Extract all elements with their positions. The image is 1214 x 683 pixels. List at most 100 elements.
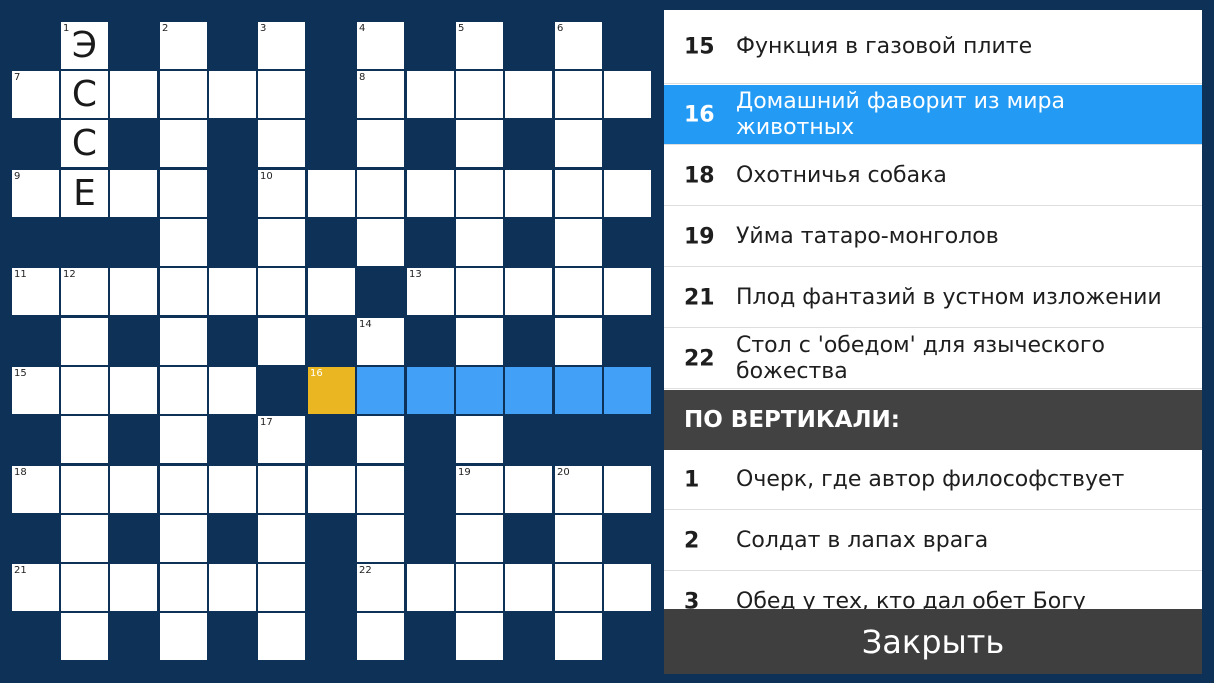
- grid-cell[interactable]: 12: [61, 268, 108, 315]
- clue-list[interactable]: 15 Функция в газовой плите 16 Домашний ф…: [664, 10, 1202, 610]
- grid-cell[interactable]: [258, 318, 305, 365]
- grid-cell[interactable]: [456, 613, 503, 660]
- grid-cell[interactable]: 1Э: [61, 22, 108, 69]
- grid-cell[interactable]: 21: [12, 564, 59, 611]
- grid-cell[interactable]: [258, 515, 305, 562]
- grid-cell[interactable]: [209, 268, 256, 315]
- grid-cell[interactable]: [357, 219, 404, 266]
- grid-cell[interactable]: [308, 170, 355, 217]
- grid-cell[interactable]: 2: [160, 22, 207, 69]
- grid-cell[interactable]: [456, 120, 503, 167]
- grid-cell[interactable]: [604, 71, 651, 118]
- grid-cell[interactable]: 7: [12, 71, 59, 118]
- grid-cell[interactable]: [555, 515, 602, 562]
- grid-cell[interactable]: 14: [357, 318, 404, 365]
- grid-cell[interactable]: [258, 120, 305, 167]
- grid-cell[interactable]: [407, 564, 454, 611]
- grid-cell[interactable]: [407, 170, 454, 217]
- grid-cell[interactable]: [456, 71, 503, 118]
- grid-cell[interactable]: [555, 318, 602, 365]
- close-button[interactable]: Закрыть: [664, 609, 1202, 674]
- grid-cell[interactable]: [357, 367, 404, 414]
- grid-cell[interactable]: [604, 268, 651, 315]
- grid-cell[interactable]: [308, 466, 355, 513]
- grid-cell[interactable]: [456, 318, 503, 365]
- grid-cell[interactable]: [357, 120, 404, 167]
- grid-cell[interactable]: [258, 564, 305, 611]
- grid-cell[interactable]: [357, 466, 404, 513]
- clue-across-21[interactable]: 21 Плод фантазий в устном изложении: [664, 268, 1202, 328]
- grid-cell[interactable]: 6: [555, 22, 602, 69]
- grid-cell[interactable]: [160, 466, 207, 513]
- grid-cell[interactable]: [555, 170, 602, 217]
- clue-across-22[interactable]: 22 Стол с 'обедом' для языческого божест…: [664, 329, 1202, 389]
- grid-cell[interactable]: 17: [258, 416, 305, 463]
- grid-cell[interactable]: [209, 71, 256, 118]
- clue-across-15[interactable]: 15 Функция в газовой плите: [664, 10, 1202, 84]
- grid-cell[interactable]: [160, 515, 207, 562]
- grid-cell[interactable]: [505, 268, 552, 315]
- clue-across-16[interactable]: 16 Домашний фаворит из мира животных: [664, 85, 1202, 145]
- grid-cell[interactable]: [110, 564, 157, 611]
- grid-cell[interactable]: [61, 564, 108, 611]
- grid-cell[interactable]: 5: [456, 22, 503, 69]
- grid-cell[interactable]: [555, 219, 602, 266]
- grid-cell[interactable]: [110, 71, 157, 118]
- grid-cell[interactable]: [160, 170, 207, 217]
- grid-cell[interactable]: 19: [456, 466, 503, 513]
- grid-cell[interactable]: [456, 268, 503, 315]
- grid-cell[interactable]: [407, 367, 454, 414]
- grid-cell[interactable]: 18: [12, 466, 59, 513]
- grid-cell[interactable]: [160, 367, 207, 414]
- grid-cell[interactable]: [555, 613, 602, 660]
- grid-cell[interactable]: 11: [12, 268, 59, 315]
- grid-cell[interactable]: [456, 416, 503, 463]
- clue-down-1[interactable]: 1 Очерк, где автор философствует: [664, 450, 1202, 510]
- grid-cell[interactable]: [209, 466, 256, 513]
- grid-cell[interactable]: [209, 564, 256, 611]
- grid-cell[interactable]: [110, 367, 157, 414]
- grid-cell[interactable]: [505, 71, 552, 118]
- grid-cell[interactable]: [110, 466, 157, 513]
- grid-cell[interactable]: [555, 120, 602, 167]
- grid-cell[interactable]: 9: [12, 170, 59, 217]
- grid-cell[interactable]: 20: [555, 466, 602, 513]
- clue-across-18[interactable]: 18 Охотничья собака: [664, 146, 1202, 206]
- grid-cell[interactable]: 10: [258, 170, 305, 217]
- grid-cell[interactable]: [505, 367, 552, 414]
- grid-cell[interactable]: С: [61, 71, 108, 118]
- grid-cell[interactable]: Е: [61, 170, 108, 217]
- grid-cell[interactable]: [61, 318, 108, 365]
- grid-cell[interactable]: [456, 219, 503, 266]
- grid-cell[interactable]: 16: [308, 367, 355, 414]
- clue-across-19[interactable]: 19 Уйма татаро-монголов: [664, 207, 1202, 267]
- grid-cell[interactable]: [110, 170, 157, 217]
- grid-cell[interactable]: 4: [357, 22, 404, 69]
- grid-cell[interactable]: [555, 564, 602, 611]
- grid-cell[interactable]: 22: [357, 564, 404, 611]
- grid-cell[interactable]: [160, 416, 207, 463]
- grid-cell[interactable]: [209, 367, 256, 414]
- grid-cell[interactable]: [505, 466, 552, 513]
- grid-cell[interactable]: [308, 268, 355, 315]
- grid-cell[interactable]: С: [61, 120, 108, 167]
- grid-cell[interactable]: [357, 416, 404, 463]
- grid-cell[interactable]: [160, 613, 207, 660]
- grid-cell[interactable]: [604, 564, 651, 611]
- grid-cell[interactable]: [407, 71, 454, 118]
- grid-cell[interactable]: [505, 170, 552, 217]
- grid-cell[interactable]: [604, 466, 651, 513]
- grid-cell[interactable]: [258, 466, 305, 513]
- grid-cell[interactable]: [160, 564, 207, 611]
- grid-cell[interactable]: [555, 71, 602, 118]
- grid-cell[interactable]: [110, 268, 157, 315]
- grid-cell[interactable]: [160, 71, 207, 118]
- grid-cell[interactable]: [604, 170, 651, 217]
- grid-cell[interactable]: [160, 219, 207, 266]
- grid-cell[interactable]: [604, 367, 651, 414]
- grid-cell[interactable]: [456, 515, 503, 562]
- grid-cell[interactable]: [357, 515, 404, 562]
- clue-down-3[interactable]: 3 Обед у тех, кто дал обет Богу: [664, 572, 1202, 611]
- grid-cell[interactable]: 13: [407, 268, 454, 315]
- grid-cell[interactable]: [61, 515, 108, 562]
